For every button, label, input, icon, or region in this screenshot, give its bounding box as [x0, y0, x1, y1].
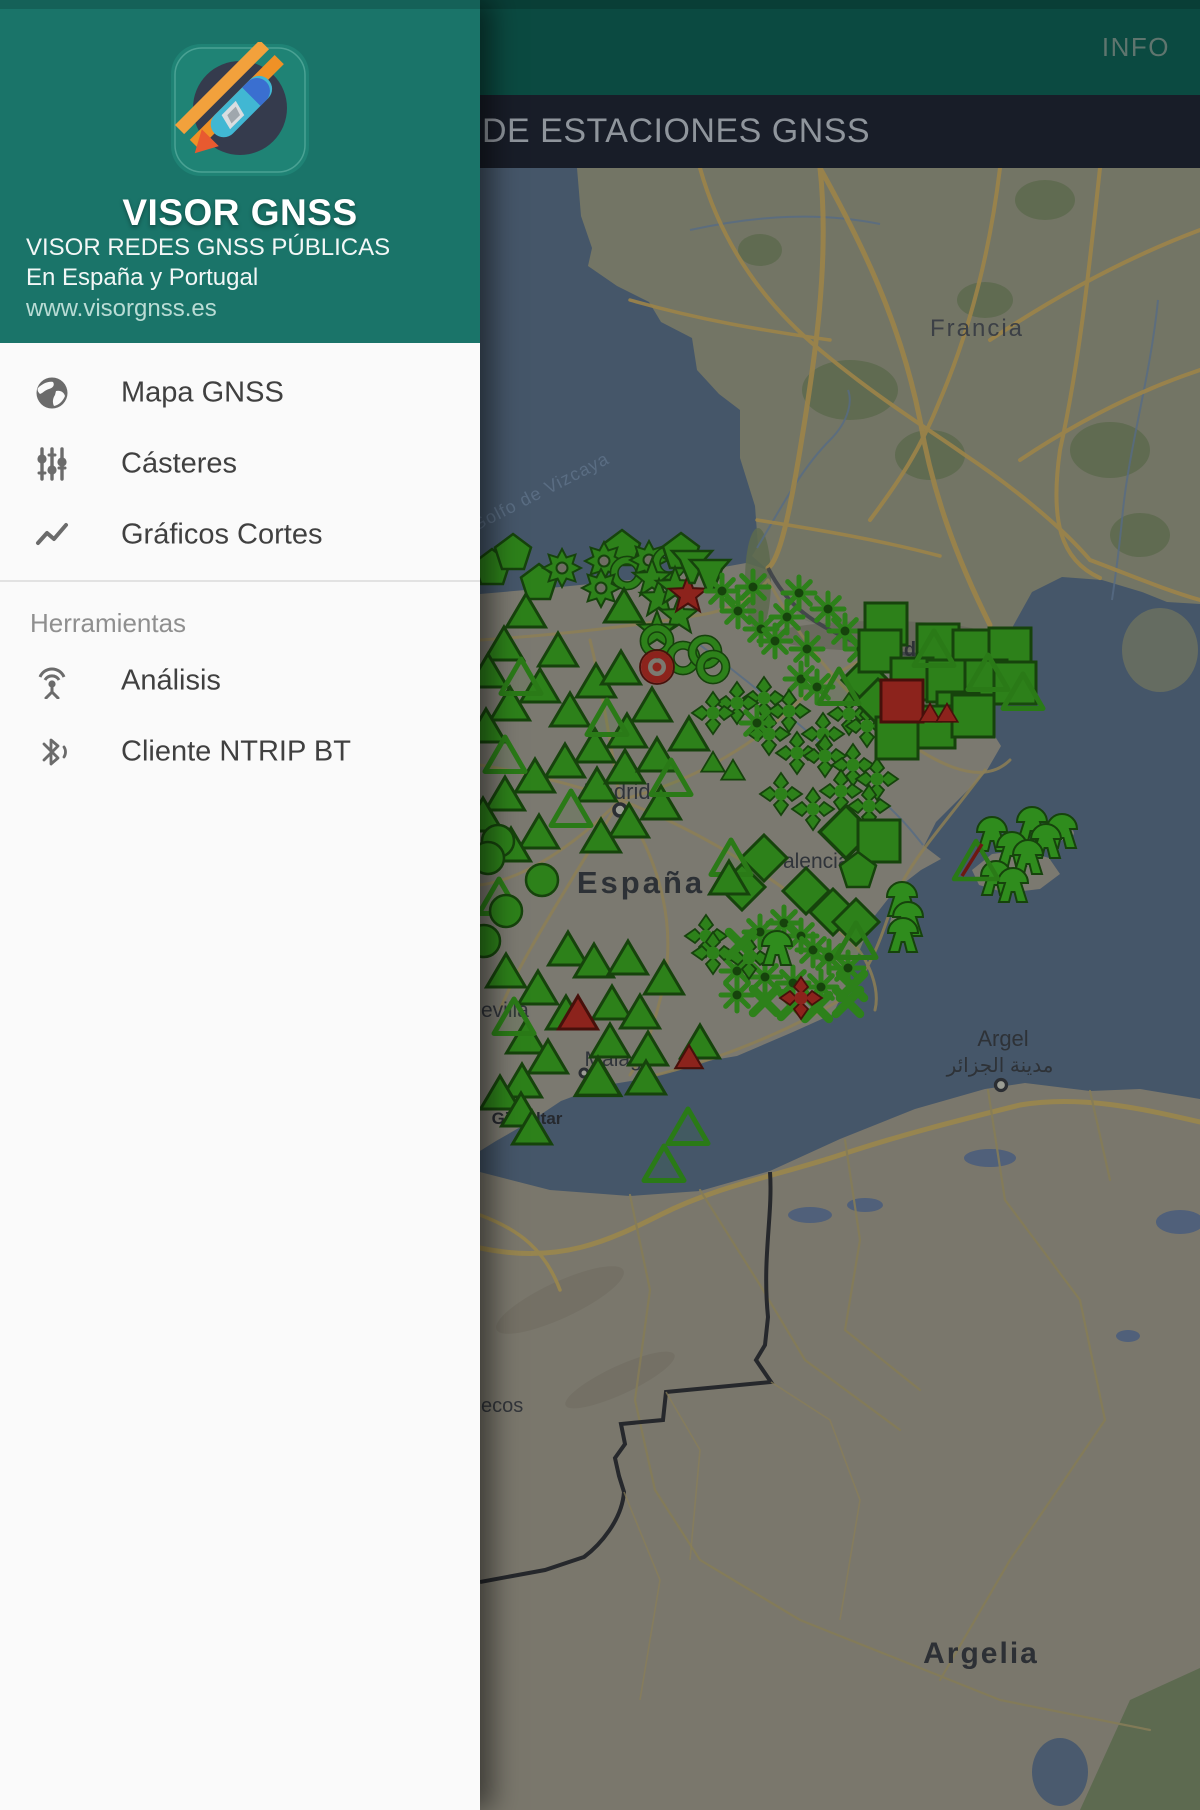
station-marker-snow[interactable] — [734, 568, 772, 606]
bluetooth-icon — [42, 738, 67, 765]
station-marker-sq[interactable] — [879, 678, 925, 724]
city-dot — [993, 1077, 1009, 1093]
map-label: Argelia — [923, 1637, 1039, 1670]
equalizer-icon — [37, 446, 67, 481]
station-marker-sq[interactable] — [950, 693, 996, 739]
station-marker-cir[interactable] — [524, 862, 560, 898]
menu-item-cliente-ntrip-bt[interactable]: Cliente NTRIP BT — [0, 716, 480, 787]
menu-item-label: Gráficos Cortes — [121, 518, 323, 550]
menu-item-analisis[interactable]: Análisis — [0, 645, 480, 716]
map-label: ecos — [481, 1395, 523, 1417]
menu-section-herramientas: Herramientas — [30, 608, 187, 638]
station-marker-cir[interactable] — [470, 840, 506, 876]
menu-item-label: Cásteres — [121, 447, 238, 479]
menu-item-label: Mapa GNSS — [121, 376, 284, 408]
map-label: Francia — [930, 315, 1024, 342]
navigation-drawer: VISOR GNSS VISOR REDES GNSS PÚBLICAS En … — [0, 0, 480, 1810]
app-screen: INFO DE ESTACIONES GNSS Francia Golfo de… — [0, 0, 1200, 1810]
info-button[interactable]: INFO — [1102, 32, 1170, 63]
station-marker-snow[interactable] — [719, 592, 757, 630]
map-label: Argel — [977, 1026, 1028, 1051]
map-label: مدينة الجزائر — [946, 1055, 1054, 1077]
drawer-subtitle-1: VISOR REDES GNSS PÚBLICAS — [26, 234, 391, 261]
status-bar — [0, 0, 1200, 9]
station-marker-snow[interactable] — [738, 704, 776, 742]
drawer-subtitle-2: En España y Portugal — [26, 264, 259, 291]
station-marker-snow[interactable] — [703, 572, 741, 610]
station-marker-donut[interactable] — [639, 649, 675, 685]
map-label: España — [577, 865, 705, 900]
menu-item-casteres[interactable]: Cásteres — [0, 428, 480, 499]
map-canvas[interactable]: Francia Golfo de Vizcaya Madrid España Valen… — [460, 165, 1200, 1810]
station-marker-snow[interactable] — [809, 590, 847, 628]
station-marker-cir[interactable] — [488, 893, 524, 929]
station-marker-snow[interactable] — [788, 630, 826, 668]
antenna-icon — [38, 667, 66, 699]
station-marker-gear[interactable] — [579, 566, 623, 610]
line-chart-icon — [36, 522, 68, 545]
station-marker-snow[interactable] — [718, 976, 756, 1014]
menu-item-mapa-gnss[interactable]: Mapa GNSS — [0, 357, 480, 428]
drawer-menu: Mapa GNSS Cásteres Gráficos Cortes Herra… — [0, 343, 480, 787]
station-marker-cir[interactable] — [466, 923, 502, 959]
app-logo-icon — [171, 42, 309, 176]
station-marker-snow[interactable] — [780, 574, 818, 612]
page-title: DE ESTACIONES GNSS — [482, 112, 871, 150]
drawer-header: VISOR GNSS VISOR REDES GNSS PÚBLICAS En … — [0, 0, 480, 343]
menu-item-label: Cliente NTRIP BT — [121, 735, 351, 767]
app-title: VISOR GNSS — [122, 192, 358, 233]
station-marker-gear[interactable] — [540, 546, 584, 590]
menu-item-label: Análisis — [121, 664, 221, 696]
globe-icon — [36, 377, 68, 408]
drawer-website-link[interactable]: www.visorgnss.es — [26, 295, 217, 323]
menu-item-graficos-cortes[interactable]: Gráficos Cortes — [0, 499, 480, 570]
